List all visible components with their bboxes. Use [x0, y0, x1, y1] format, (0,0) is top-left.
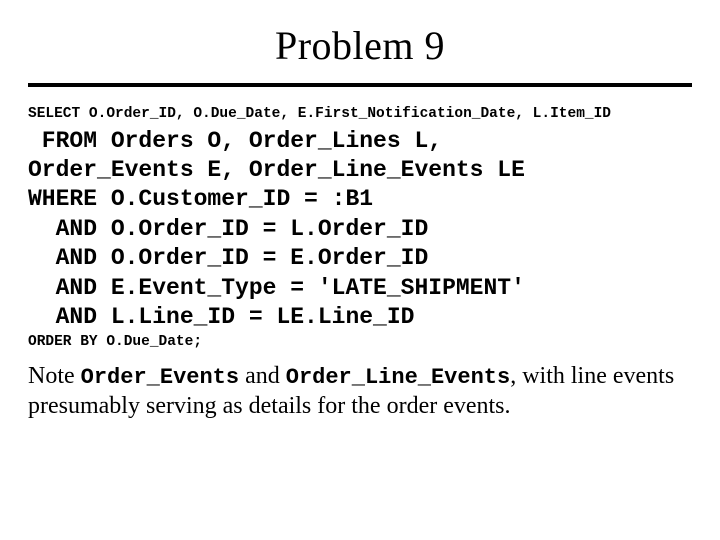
note-mid: and	[239, 363, 286, 389]
note-code-1: Order_Events	[81, 365, 239, 390]
page-title: Problem 9	[28, 22, 692, 69]
explanatory-note: Note Order_Events and Order_Line_Events,…	[28, 362, 692, 421]
sql-order-by: ORDER BY O.Due_Date;	[28, 333, 692, 353]
title-rule	[28, 83, 692, 87]
note-code-2: Order_Line_Events	[286, 365, 510, 390]
sql-select-line: SELECT O.Order_ID, O.Due_Date, E.First_N…	[28, 105, 692, 125]
sql-body: FROM Orders O, Order_Lines L, Order_Even…	[28, 127, 692, 333]
note-prefix: Note	[28, 363, 81, 389]
slide: Problem 9 SELECT O.Order_ID, O.Due_Date,…	[0, 0, 720, 540]
